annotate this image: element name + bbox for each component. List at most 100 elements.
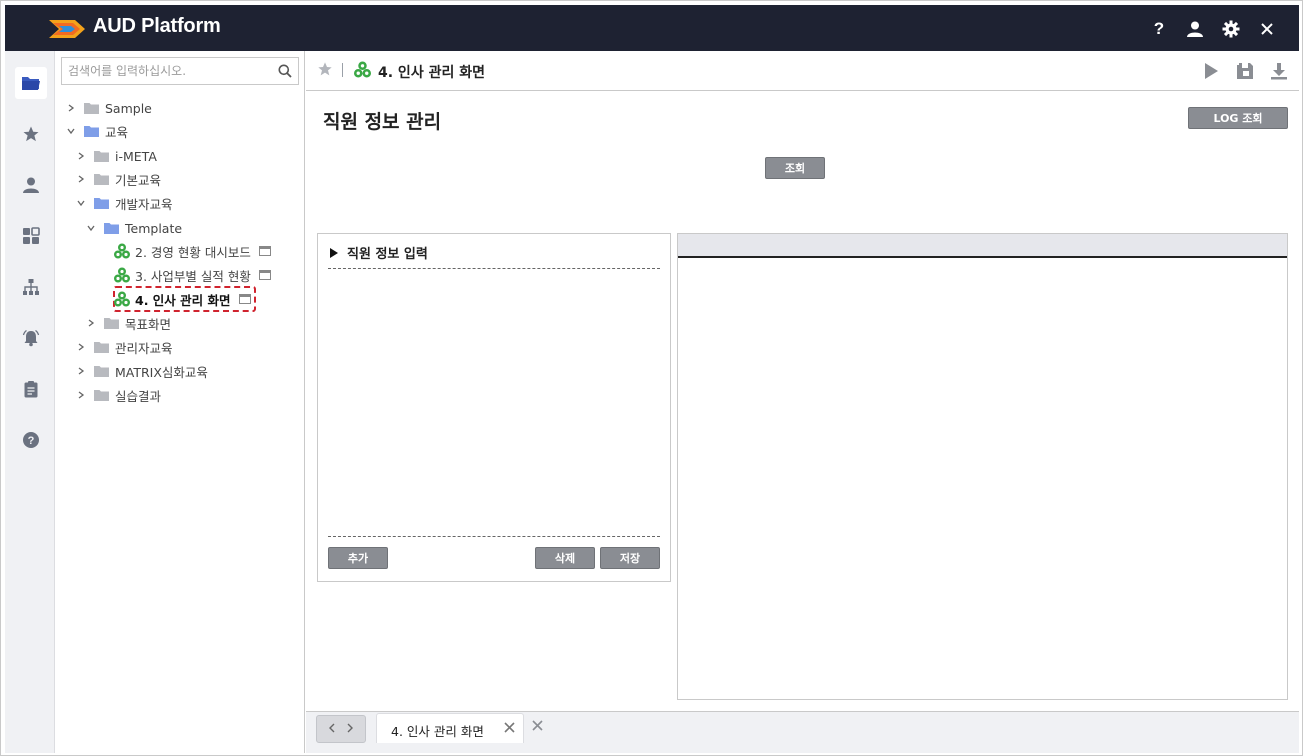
search-icon[interactable] (278, 64, 292, 81)
tree-node-admin[interactable]: 관리자교육 (76, 337, 173, 357)
report-icon (114, 243, 130, 259)
chevron-down-icon[interactable] (86, 223, 96, 233)
chevron-right-icon[interactable] (86, 318, 96, 328)
tree-node-label: Sample (105, 100, 152, 116)
tab-navigation (316, 715, 366, 743)
tab-label: 4. 인사 관리 화면 (391, 724, 484, 739)
tree-node-label: 관리자교육 (115, 340, 173, 356)
close-icon[interactable] (1249, 19, 1285, 39)
tree-node-sample[interactable]: Sample (66, 98, 152, 118)
alarm-bell-icon[interactable] (15, 322, 47, 354)
tree-node-label: MATRIX심화교육 (115, 364, 208, 380)
triangle-right-icon (330, 247, 338, 258)
form-header-label: 직원 정보 입력 (347, 247, 428, 262)
form-header: 직원 정보 입력 (330, 243, 428, 262)
chevron-down-icon[interactable] (66, 126, 76, 136)
app-title: AUD Platform (93, 15, 221, 37)
tree-node-report-3[interactable]: 3. 사업부별 실적 현황 (114, 265, 271, 285)
tree-node-label: 교육 (105, 124, 129, 140)
chevron-right-icon[interactable] (76, 151, 86, 161)
folder-icon (84, 102, 99, 114)
folder-open-icon (94, 197, 109, 209)
chevron-down-icon[interactable] (76, 198, 86, 208)
document-tab-bar: 4. 인사 관리 화면 (306, 711, 1299, 753)
employee-grid[interactable] (677, 233, 1288, 700)
tree-node-label: i-META (115, 148, 157, 164)
folder-icon (94, 341, 109, 353)
breadcrumb-title: 4. 인사 관리 화면 (378, 65, 485, 81)
grid-header (678, 234, 1287, 258)
tree-node-label: 개발자교육 (115, 196, 173, 212)
tree-node-imeta[interactable]: i-META (76, 146, 157, 166)
tree-node-report-4[interactable]: 4. 인사 관리 화면 (114, 289, 251, 309)
tree-node-label: 목표화면 (125, 316, 172, 332)
chevron-right-icon[interactable] (76, 366, 86, 376)
svg-text:?: ? (28, 435, 35, 447)
tree-node-template[interactable]: Template (86, 218, 182, 238)
clipboard-icon[interactable] (15, 373, 47, 405)
log-view-button[interactable]: LOG 조회 (1188, 107, 1288, 129)
folder-icon (104, 317, 119, 329)
star-icon[interactable] (15, 118, 47, 150)
tree-node-label: 4. 인사 관리 화면 (135, 292, 231, 308)
tree-search-box (61, 57, 299, 85)
user-account-icon[interactable] (1177, 19, 1213, 39)
folder-open-icon (84, 125, 99, 137)
tree-node-matrix[interactable]: MATRIX심화교육 (76, 361, 208, 381)
add-button[interactable]: 추가 (328, 547, 388, 569)
chevron-right-icon[interactable] (76, 342, 86, 352)
tree-node-target[interactable]: 목표화면 (86, 313, 171, 333)
tree-node-education[interactable]: 교육 (66, 121, 128, 141)
window-icon[interactable] (258, 246, 271, 256)
tree-node-label: 2. 경영 현황 대시보드 (135, 244, 251, 260)
chevron-left-icon[interactable] (328, 722, 336, 736)
aud-logo-icon (49, 20, 85, 38)
tree-node-report-2[interactable]: 2. 경영 현황 대시보드 (114, 241, 271, 261)
help-icon[interactable]: ? (1141, 19, 1177, 39)
close-all-tabs-icon[interactable] (532, 720, 543, 734)
play-icon[interactable] (1201, 61, 1221, 81)
report-icon (114, 267, 130, 283)
tree-node-label: 실습결과 (115, 388, 162, 404)
delete-button[interactable]: 삭제 (535, 547, 595, 569)
report-content-area: 4. 인사 관리 화면 직원 정보 관리 LOG 조회 조회 직원 정보 입력 … (306, 51, 1299, 711)
download-icon[interactable] (1269, 61, 1289, 81)
org-chart-icon[interactable] (15, 271, 47, 303)
dashboard-icon[interactable] (15, 220, 47, 252)
settings-gear-icon[interactable] (1213, 19, 1249, 39)
folder-icon (94, 365, 109, 377)
user-icon[interactable] (15, 169, 47, 201)
window-icon[interactable] (258, 270, 271, 280)
folder-icon (94, 150, 109, 162)
breadcrumb-divider (342, 63, 343, 77)
navigation-tree-panel: Sample 교육 i-META 기본교육 개발자교육 (56, 51, 305, 753)
window-icon[interactable] (238, 294, 251, 304)
chevron-right-icon[interactable] (76, 174, 86, 184)
employee-form-panel: 직원 정보 입력 추가 삭제 저장 (317, 233, 671, 582)
tree-node-practice[interactable]: 실습결과 (76, 385, 161, 405)
folder-icon (94, 389, 109, 401)
help-circle-icon[interactable]: ? (15, 424, 47, 456)
tree-node-basic[interactable]: 기본교육 (76, 169, 161, 189)
close-tab-icon[interactable] (504, 722, 515, 736)
app-window: AUD Platform ? ? 검색어를 입력하십시오. Sample 교육 … (0, 0, 1303, 756)
favorite-star-icon[interactable] (317, 61, 333, 80)
query-button[interactable]: 조회 (765, 157, 825, 179)
report-icon (114, 291, 130, 307)
chevron-right-icon[interactable] (346, 722, 354, 736)
folder-open-icon[interactable] (15, 67, 47, 99)
tree-node-label: 3. 사업부별 실적 현황 (135, 268, 251, 284)
chevron-right-icon[interactable] (76, 390, 86, 400)
tree-node-developer[interactable]: 개발자교육 (76, 193, 173, 213)
save-button[interactable]: 저장 (600, 547, 660, 569)
side-navigation-rail: ? (5, 51, 55, 753)
report-icon (354, 61, 371, 81)
page-title: 직원 정보 관리 (323, 111, 442, 133)
title-bar: AUD Platform ? (5, 5, 1299, 51)
breadcrumb-bar: 4. 인사 관리 화면 (306, 51, 1299, 91)
save-icon[interactable] (1235, 61, 1255, 81)
chevron-right-icon[interactable] (66, 103, 76, 113)
tab-report-4[interactable]: 4. 인사 관리 화면 (376, 713, 524, 743)
tree-search-input[interactable] (68, 62, 268, 80)
tree-node-label: Template (125, 220, 183, 236)
